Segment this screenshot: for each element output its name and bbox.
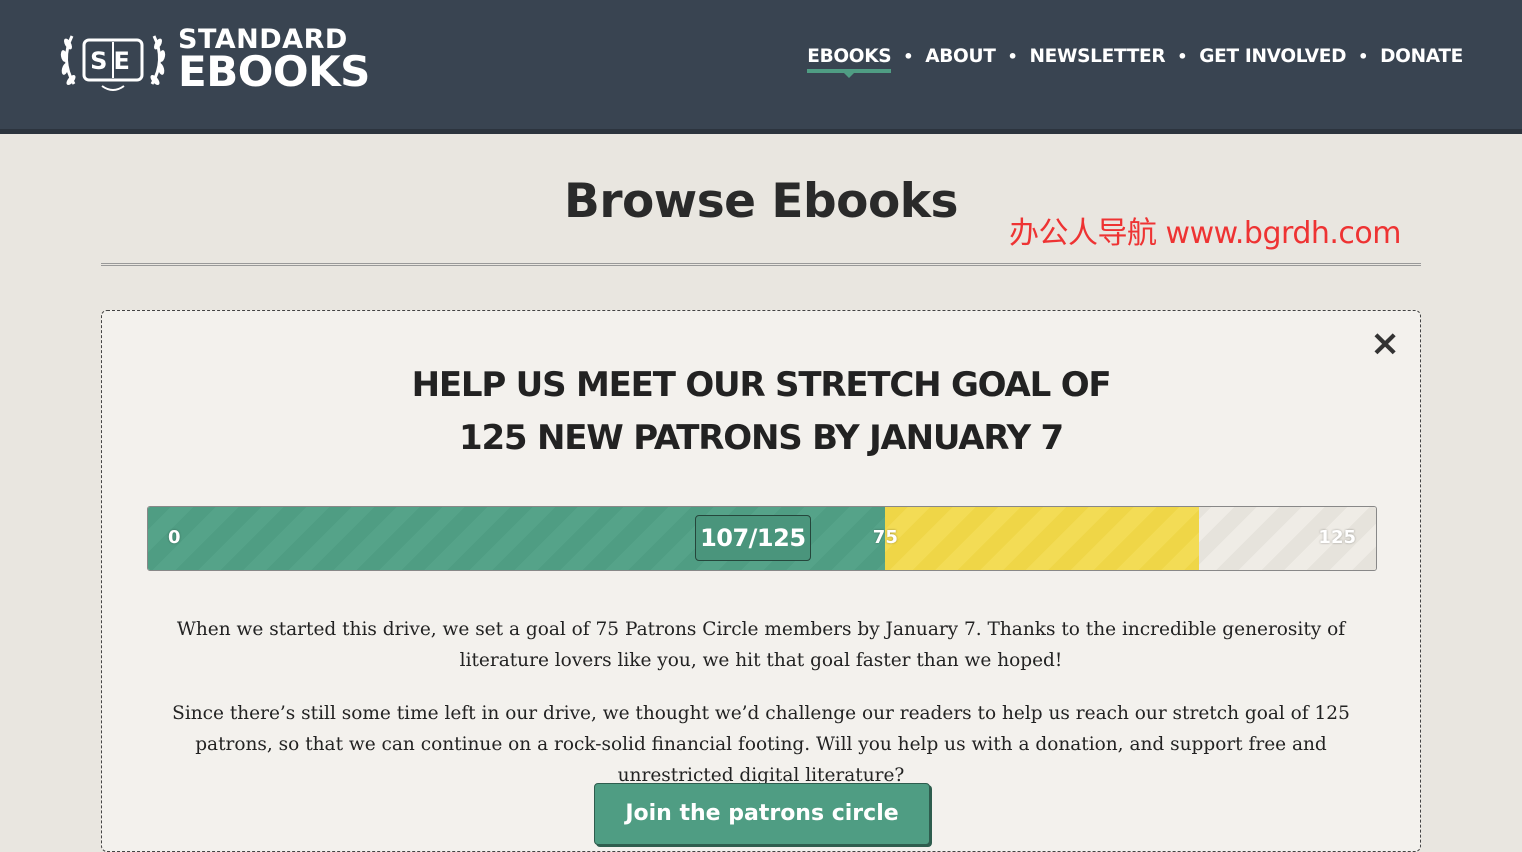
donation-paragraph-2: Since there’s still some time left in ou… bbox=[172, 703, 1350, 786]
watermark-text: 办公人导航 www.bgrdh.com bbox=[1009, 216, 1401, 251]
nav-item-get-involved[interactable]: GET INVOLVED bbox=[1199, 46, 1346, 73]
patron-progress-bar: 0 75 125 107/125 bbox=[147, 506, 1377, 571]
progress-stretch-label: 125 bbox=[1318, 527, 1356, 548]
site-logo[interactable]: SE STANDARD EBOOKS bbox=[58, 24, 370, 96]
progress-count-badge: 107/125 bbox=[694, 515, 811, 561]
donation-heading: HELP US MEET OUR STRETCH GOAL OF 125 NEW… bbox=[102, 359, 1420, 465]
logo-line-ebooks: EBOOKS bbox=[178, 47, 370, 96]
site-header: SE STANDARD EBOOKS EBOOKS • ABOUT • NEWS… bbox=[0, 0, 1522, 134]
title-divider bbox=[101, 263, 1421, 266]
nav-item-newsletter[interactable]: NEWSLETTER bbox=[1029, 46, 1165, 73]
donation-paragraph-1: When we started this drive, we set a goa… bbox=[176, 619, 1346, 671]
nav-separator: • bbox=[1177, 47, 1188, 66]
nav-item-about[interactable]: ABOUT bbox=[925, 46, 996, 73]
close-icon[interactable]: × bbox=[1370, 326, 1400, 362]
main-nav: EBOOKS • ABOUT • NEWSLETTER • GET INVOLV… bbox=[807, 46, 1463, 78]
join-patrons-circle-button[interactable]: Join the patrons circle bbox=[594, 783, 930, 845]
donation-heading-line1: HELP US MEET OUR STRETCH GOAL OF bbox=[411, 365, 1112, 405]
progress-fill-stretch bbox=[884, 507, 1200, 570]
nav-separator: • bbox=[903, 47, 914, 66]
nav-separator: • bbox=[1358, 47, 1369, 66]
progress-goal-label: 75 bbox=[872, 527, 898, 548]
donation-alert-box: × HELP US MEET OUR STRETCH GOAL OF 125 N… bbox=[101, 310, 1421, 852]
progress-start-label: 0 bbox=[168, 527, 181, 548]
logo-wordmark: STANDARD EBOOKS bbox=[178, 26, 370, 93]
nav-separator: • bbox=[1007, 47, 1018, 66]
nav-item-ebooks[interactable]: EBOOKS bbox=[807, 46, 892, 78]
nav-item-donate[interactable]: DONATE bbox=[1380, 46, 1463, 73]
logo-mark-text: SE bbox=[90, 47, 136, 75]
donation-heading-line2: 125 NEW PATRONS BY JANUARY 7 bbox=[459, 418, 1064, 458]
laurel-book-logo-icon: SE bbox=[60, 35, 166, 91]
